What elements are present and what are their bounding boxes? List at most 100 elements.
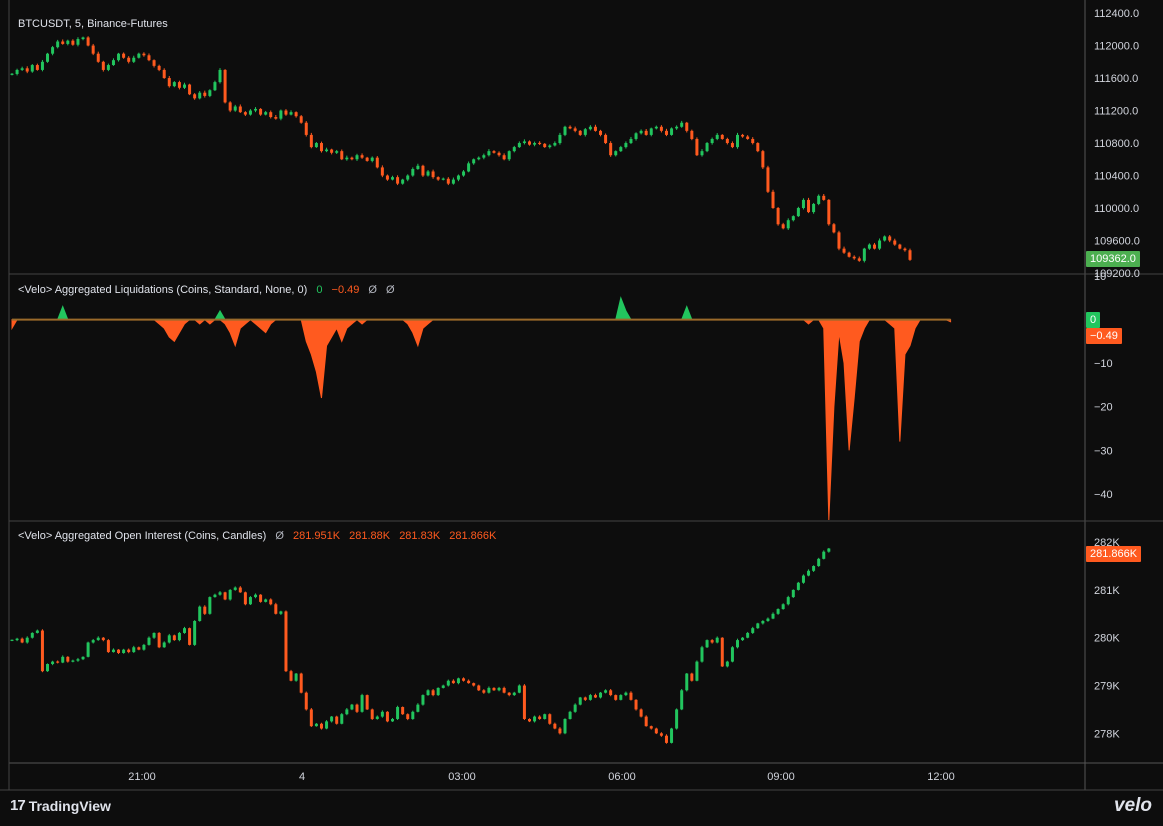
candle-body bbox=[791, 216, 795, 221]
candle-body bbox=[477, 685, 481, 691]
candle-body bbox=[289, 671, 293, 681]
candle-body bbox=[725, 138, 729, 144]
candle-body bbox=[355, 704, 359, 712]
liquidations-pane-title: <Velo> Aggregated Liquidations (Coins, S… bbox=[18, 284, 401, 296]
candle-body bbox=[294, 673, 298, 681]
candle-body bbox=[710, 138, 714, 144]
candle-body bbox=[599, 692, 603, 698]
candle-body bbox=[588, 126, 592, 130]
candle-body bbox=[883, 236, 887, 241]
candle-body bbox=[122, 53, 126, 58]
candle-body bbox=[837, 232, 841, 249]
price-symbol-label: BTCUSDT, 5, Binance-Futures bbox=[18, 18, 168, 30]
candle-body bbox=[817, 195, 821, 204]
candle-body bbox=[314, 723, 318, 727]
candle-body bbox=[527, 718, 531, 722]
candle-body bbox=[259, 594, 263, 602]
candle-body bbox=[796, 582, 800, 590]
candle-body bbox=[274, 117, 278, 119]
candle-body bbox=[411, 169, 415, 176]
candle-body bbox=[761, 151, 765, 168]
candle-body bbox=[451, 179, 455, 184]
candle-body bbox=[670, 128, 674, 135]
candle-body bbox=[254, 108, 258, 111]
candle-body bbox=[20, 638, 24, 643]
candle-body bbox=[639, 709, 643, 717]
candle-body bbox=[675, 709, 679, 729]
candle-body bbox=[218, 592, 222, 595]
y-axis-tick-label: 10 bbox=[1094, 271, 1106, 283]
candle-body bbox=[766, 618, 770, 621]
velo-logo: velo bbox=[1114, 795, 1153, 816]
candle-body bbox=[604, 134, 608, 144]
candle-body bbox=[20, 68, 24, 70]
candle-body bbox=[502, 155, 506, 160]
candle-body bbox=[614, 695, 618, 700]
candle-body bbox=[396, 177, 400, 184]
candle-body bbox=[137, 647, 141, 650]
candle-body bbox=[624, 692, 628, 696]
candle-body bbox=[325, 721, 329, 729]
candle-body bbox=[446, 178, 450, 184]
candle-body bbox=[786, 220, 790, 229]
candle-body bbox=[385, 175, 389, 180]
liquidations-indicator-label: <Velo> Aggregated Liquidations (Coins, S… bbox=[18, 284, 308, 296]
candle-body bbox=[462, 171, 466, 176]
y-axis-tick-label: −30 bbox=[1094, 445, 1113, 457]
candle-body bbox=[284, 611, 288, 672]
y-axis-tick-label: 279K bbox=[1094, 681, 1120, 693]
candle-body bbox=[776, 208, 780, 225]
candle-body bbox=[761, 620, 765, 624]
candle-body bbox=[335, 151, 339, 153]
candle-body bbox=[872, 244, 876, 249]
candle-body bbox=[847, 252, 851, 257]
candle-body bbox=[741, 134, 745, 137]
x-axis-tick-label: 03:00 bbox=[448, 771, 476, 783]
candle-body bbox=[86, 37, 90, 46]
candle-body bbox=[345, 709, 349, 715]
candle-body bbox=[203, 606, 207, 614]
candle-body bbox=[720, 637, 724, 667]
candle-body bbox=[756, 143, 760, 152]
y-axis-tick-label: 110000.0 bbox=[1094, 203, 1139, 215]
candle-body bbox=[583, 697, 587, 700]
candle-body bbox=[472, 683, 476, 686]
candle-body bbox=[583, 129, 587, 135]
candle-body bbox=[81, 37, 85, 40]
candle-body bbox=[776, 609, 780, 614]
price-pane-title: BTCUSDT, 5, Binance-Futures bbox=[18, 18, 174, 30]
tradingview-logo[interactable]: 17 TradingView bbox=[10, 797, 111, 814]
candle-body bbox=[467, 680, 471, 684]
candle-body bbox=[416, 165, 420, 170]
candle-body bbox=[634, 133, 638, 139]
y-axis-tick-label: 110400.0 bbox=[1094, 171, 1139, 183]
candle-body bbox=[56, 661, 60, 663]
candle-body bbox=[330, 716, 334, 722]
candle-body bbox=[396, 707, 400, 719]
candle-body bbox=[578, 130, 582, 135]
candle-body bbox=[66, 40, 70, 44]
candle-body bbox=[274, 604, 278, 614]
candle-body bbox=[182, 84, 186, 88]
candle-body bbox=[167, 78, 171, 87]
candle-body bbox=[517, 143, 521, 148]
candle-body bbox=[56, 41, 60, 48]
candle-body bbox=[639, 130, 643, 134]
candle-body bbox=[543, 143, 547, 148]
candle-body bbox=[730, 143, 734, 148]
candle-body bbox=[213, 594, 217, 598]
candle-body bbox=[690, 673, 694, 681]
candle-body bbox=[680, 122, 684, 127]
liquidation-long-area bbox=[12, 296, 951, 321]
candle-body bbox=[908, 250, 912, 260]
candle-body bbox=[188, 628, 192, 645]
candle-body bbox=[421, 695, 425, 705]
candle-body bbox=[431, 171, 435, 178]
y-axis-tick-label: −10 bbox=[1094, 358, 1113, 370]
candle-body bbox=[157, 632, 161, 648]
chart-canvas[interactable]: 112400.0 112000.0 111600.0 111200.0 110800.0… bbox=[0, 0, 1163, 826]
candle-body bbox=[766, 167, 770, 192]
candle-body bbox=[791, 589, 795, 598]
candle-body bbox=[852, 256, 856, 259]
candle-body bbox=[827, 548, 831, 552]
